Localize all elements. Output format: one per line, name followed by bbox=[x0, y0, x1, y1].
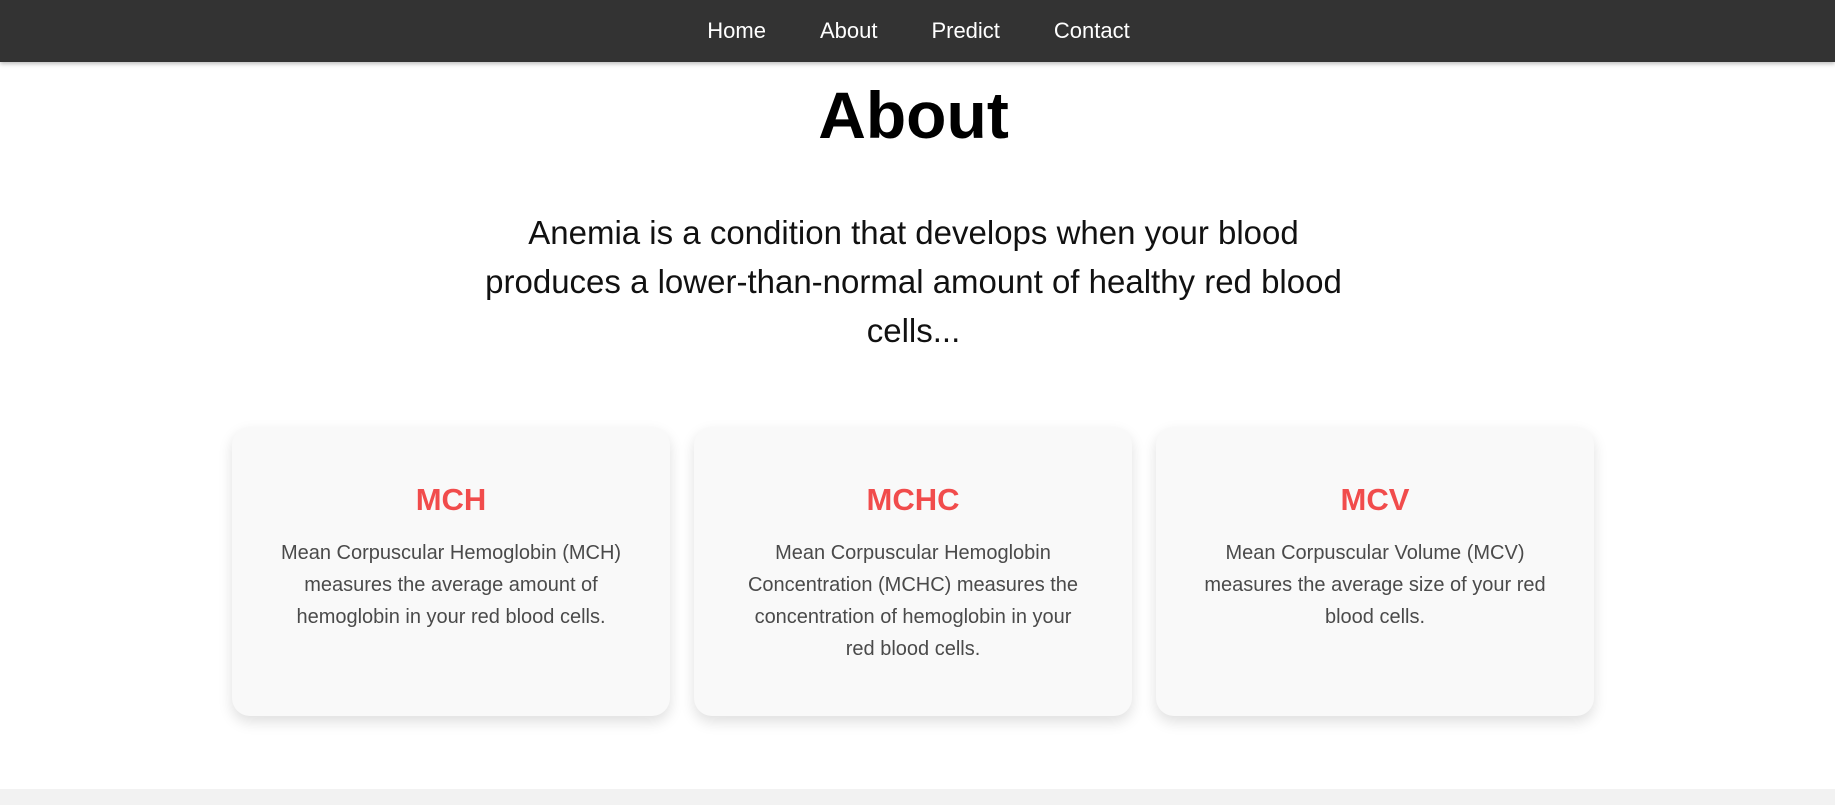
about-intro-text: Anemia is a condition that develops when… bbox=[485, 214, 1342, 349]
card-description: Mean Corpuscular Hemoglobin (MCH) measur… bbox=[280, 542, 622, 628]
card-mcv: MCV Mean Corpuscular Volume (MCV) measur… bbox=[1156, 427, 1594, 716]
card-description: Mean Corpuscular Hemoglobin Concentratio… bbox=[747, 542, 1079, 660]
nav-link-about[interactable]: About bbox=[793, 0, 905, 62]
metric-cards: MCH Mean Corpuscular Hemoglobin (MCH) me… bbox=[232, 427, 1594, 716]
card-title: MCV bbox=[1340, 482, 1410, 517]
nav-link-contact[interactable]: Contact bbox=[1027, 0, 1157, 62]
nav-links: Home About Predict Contact bbox=[680, 0, 1157, 62]
top-navbar: Home About Predict Contact bbox=[0, 0, 1835, 62]
card-title: MCHC bbox=[866, 482, 960, 517]
page-title: About bbox=[818, 78, 1009, 152]
card-mch: MCH Mean Corpuscular Hemoglobin (MCH) me… bbox=[232, 427, 670, 716]
nav-link-home[interactable]: Home bbox=[680, 0, 793, 62]
card-mchc: MCHC Mean Corpuscular Hemoglobin Concent… bbox=[694, 427, 1132, 716]
card-description: Mean Corpuscular Volume (MCV) measures t… bbox=[1204, 542, 1546, 628]
nav-link-predict[interactable]: Predict bbox=[904, 0, 1026, 62]
footer-strip bbox=[0, 789, 1835, 805]
card-title: MCH bbox=[415, 482, 487, 517]
